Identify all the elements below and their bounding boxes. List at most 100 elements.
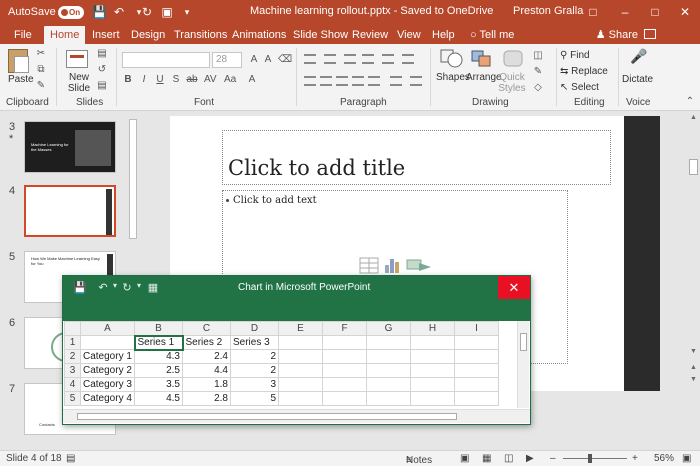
cell[interactable] bbox=[278, 349, 323, 364]
shape-outline-icon[interactable]: ✎ bbox=[532, 66, 544, 78]
cell[interactable]: 1.8 bbox=[182, 377, 231, 392]
tab-help[interactable]: Help bbox=[426, 26, 461, 44]
cell[interactable] bbox=[278, 391, 323, 406]
redo-icon[interactable]: ↻ bbox=[121, 281, 133, 294]
new-slide-button[interactable]: New Slide bbox=[66, 72, 92, 94]
scroll-down-icon[interactable]: ▼ bbox=[689, 347, 698, 357]
autosave-toggle[interactable]: On bbox=[58, 6, 84, 19]
cell[interactable] bbox=[366, 335, 411, 350]
cell[interactable] bbox=[454, 335, 499, 350]
zoom-level[interactable]: 56% bbox=[654, 453, 674, 464]
cell[interactable] bbox=[322, 377, 367, 392]
cell[interactable]: Category 4 bbox=[80, 391, 135, 406]
column-header[interactable]: H bbox=[410, 321, 455, 336]
column-header[interactable]: D bbox=[230, 321, 279, 336]
column-header[interactable]: B bbox=[134, 321, 183, 336]
decrease-font-icon[interactable]: A bbox=[262, 54, 274, 66]
slide-show-icon[interactable]: ▶ bbox=[526, 453, 534, 464]
undo-icon[interactable]: ↶ bbox=[97, 281, 109, 294]
strikethrough-icon[interactable]: ab bbox=[186, 74, 198, 86]
increase-font-icon[interactable]: A bbox=[248, 54, 260, 66]
cell[interactable]: Series 3 bbox=[230, 335, 279, 350]
comments-icon[interactable] bbox=[644, 29, 656, 39]
cell[interactable]: 4.5 bbox=[134, 391, 183, 406]
cell[interactable] bbox=[322, 363, 367, 378]
user-name[interactable]: Preston Gralla bbox=[513, 5, 583, 17]
tab-slide-show[interactable]: Slide Show bbox=[287, 26, 354, 44]
chart-window-titlebar[interactable]: 💾 ↶ ▾ ↻ ▾ ▦ Chart in Microsoft PowerPoin… bbox=[63, 276, 530, 299]
cell[interactable] bbox=[278, 363, 323, 378]
clear-formatting-icon[interactable]: ⌫ bbox=[278, 54, 292, 66]
cell[interactable] bbox=[322, 391, 367, 406]
cut-icon[interactable]: ✂ bbox=[35, 48, 47, 60]
shapes-icon[interactable] bbox=[440, 49, 464, 69]
reading-view-icon[interactable]: ◫ bbox=[504, 453, 513, 464]
cell[interactable] bbox=[454, 363, 499, 378]
edit-in-excel-icon[interactable]: ▦ bbox=[147, 281, 159, 294]
cell[interactable]: Category 1 bbox=[80, 349, 135, 364]
cell[interactable] bbox=[410, 391, 455, 406]
section-icon[interactable]: ▤ bbox=[96, 80, 108, 92]
font-size-combo[interactable]: 28 bbox=[212, 52, 242, 68]
zoom-slider-knob[interactable] bbox=[588, 454, 592, 463]
spelling-icon[interactable]: ▤ bbox=[66, 453, 75, 464]
normal-view-icon[interactable]: ▣ bbox=[460, 453, 469, 464]
save-icon[interactable]: 💾 bbox=[92, 5, 107, 19]
underline-icon[interactable]: U bbox=[154, 74, 166, 86]
slide-thumbnail-4[interactable] bbox=[24, 185, 116, 237]
dictate-button[interactable]: Dictate bbox=[622, 74, 653, 85]
column-header[interactable]: I bbox=[454, 321, 499, 336]
tab-design[interactable]: Design bbox=[125, 26, 171, 44]
cell[interactable]: 3.5 bbox=[134, 377, 183, 392]
collapse-ribbon-icon[interactable]: ⌃ bbox=[684, 96, 696, 108]
cell[interactable] bbox=[410, 349, 455, 364]
redo-dropdown-icon[interactable]: ▾ bbox=[133, 281, 145, 290]
row-header[interactable]: 3 bbox=[64, 363, 81, 378]
justify-icon[interactable] bbox=[352, 76, 364, 86]
cell[interactable]: 2.4 bbox=[182, 349, 231, 364]
font-name-combo[interactable] bbox=[122, 52, 210, 68]
worksheet-vertical-scrollbar[interactable] bbox=[517, 321, 529, 408]
tab-transitions[interactable]: Transitions bbox=[168, 26, 233, 44]
zoom-out-icon[interactable]: – bbox=[550, 453, 556, 464]
shadow-icon[interactable]: S bbox=[170, 74, 182, 86]
cell[interactable]: 2 bbox=[230, 349, 279, 364]
tab-file[interactable]: File bbox=[8, 26, 38, 44]
reset-icon[interactable]: ↺ bbox=[96, 64, 108, 76]
tab-review[interactable]: Review bbox=[346, 26, 394, 44]
customize-qat-icon[interactable]: ▾ bbox=[180, 5, 194, 19]
fit-to-window-icon[interactable]: ▣ bbox=[682, 453, 691, 464]
align-text-icon[interactable] bbox=[390, 76, 402, 86]
cell[interactable] bbox=[454, 349, 499, 364]
title-placeholder[interactable]: Click to add title bbox=[222, 130, 611, 185]
cell[interactable] bbox=[322, 335, 367, 350]
find-button[interactable]: ⚲ Find bbox=[560, 50, 590, 61]
microphone-icon[interactable]: 🎤 bbox=[630, 49, 647, 66]
cell[interactable] bbox=[366, 363, 411, 378]
zoom-in-icon[interactable]: + bbox=[632, 453, 638, 464]
cell[interactable]: 2.8 bbox=[182, 391, 231, 406]
previous-slide-icon[interactable]: ▲ bbox=[689, 363, 698, 373]
worksheet-horizontal-scrollbar[interactable] bbox=[63, 409, 530, 423]
cell[interactable]: 2.5 bbox=[134, 363, 183, 378]
cell[interactable] bbox=[410, 377, 455, 392]
scrollbar-thumb[interactable] bbox=[129, 119, 137, 239]
format-painter-icon[interactable]: ✎ bbox=[35, 80, 47, 92]
cell[interactable] bbox=[278, 335, 323, 350]
increase-indent-icon[interactable] bbox=[362, 54, 374, 64]
cell[interactable]: Category 2 bbox=[80, 363, 135, 378]
slide-thumbnail-3[interactable]: Machine Learning for the Masses bbox=[24, 121, 116, 173]
editor-vertical-scrollbar[interactable]: ▲ ▼ ▲ ▼ bbox=[688, 111, 700, 450]
redo-icon[interactable]: ↻ bbox=[140, 5, 154, 19]
decrease-indent-icon[interactable] bbox=[344, 54, 356, 64]
scrollbar-thumb[interactable] bbox=[77, 413, 457, 420]
insert-smartart-icon[interactable] bbox=[406, 259, 431, 271]
select-all-corner[interactable] bbox=[64, 321, 81, 336]
cell[interactable]: 4.4 bbox=[182, 363, 231, 378]
bullets-icon[interactable] bbox=[304, 54, 316, 64]
bold-icon[interactable]: B bbox=[122, 74, 134, 86]
column-header[interactable]: A bbox=[80, 321, 135, 336]
column-header[interactable]: E bbox=[278, 321, 323, 336]
column-header[interactable]: C bbox=[182, 321, 231, 336]
cell[interactable] bbox=[410, 363, 455, 378]
